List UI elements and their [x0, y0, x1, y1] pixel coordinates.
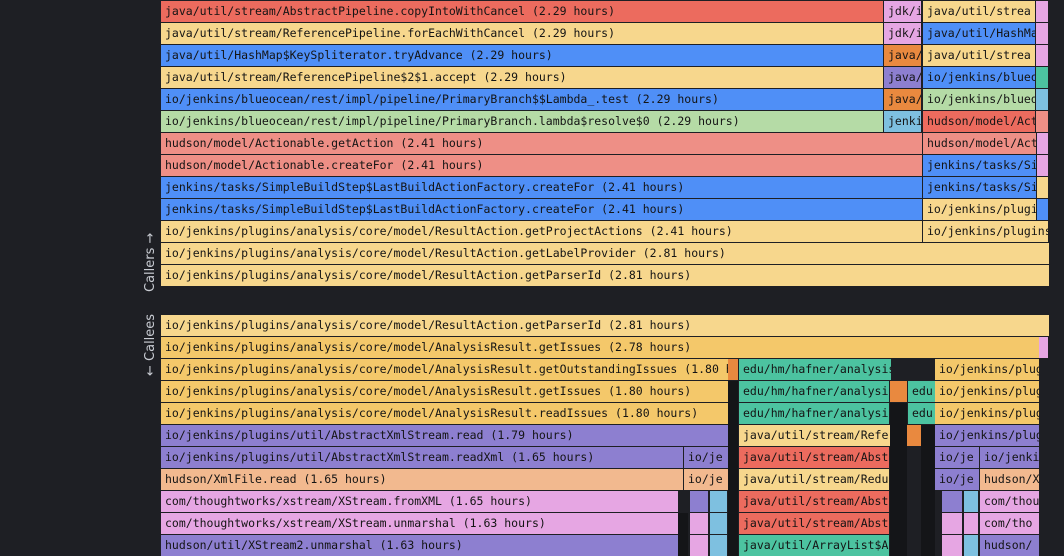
callee-frame[interactable]: com/thoughtworks/xstream/XStream.unmarsh… [161, 513, 678, 534]
callee-frame[interactable]: io/je [684, 447, 728, 468]
callee-frame[interactable]: io/jenkins/plugins/analysis/core/model/A… [161, 403, 728, 424]
callee-frame[interactable]: hudson/X [980, 469, 1039, 490]
flamegraph-gap [921, 425, 935, 556]
callee-frame-narrow[interactable] [964, 513, 978, 534]
callee-frame[interactable]: io/je [684, 469, 728, 490]
callee-frame[interactable]: edu [908, 403, 935, 424]
callee-frame[interactable]: io/jenkins/plugins/analysis/core/model/A… [161, 337, 1039, 358]
flamegraph-gap [890, 403, 907, 556]
callee-frame[interactable]: io/jenkins/plugins/analysis/core/model/A… [161, 359, 728, 380]
callee-frame[interactable]: edu/hm/hafner/analysis/Report [739, 359, 891, 380]
callee-frame-narrow[interactable] [964, 535, 978, 556]
flamegraph-gap [728, 381, 738, 556]
callee-frame-narrow[interactable] [690, 535, 708, 556]
callee-frame[interactable]: io/je [935, 447, 979, 468]
callee-frame-narrow[interactable] [890, 381, 907, 402]
callee-frame[interactable]: io/jenkins/plugins/util/AbstractXmlStrea… [161, 425, 728, 446]
callee-frame-narrow[interactable] [710, 491, 727, 512]
callee-frame[interactable]: com/tho [980, 513, 1039, 534]
callee-frame[interactable]: com/thoughtworks/xstream/XStream.fromXML… [161, 491, 678, 512]
callee-frame[interactable]: io/jenkins/plug [935, 381, 1039, 402]
callee-frame-narrow[interactable] [1039, 337, 1048, 358]
callee-frame[interactable]: io/jenkins/plug [935, 403, 1039, 424]
callee-frame-narrow[interactable] [710, 535, 727, 556]
callee-frame[interactable]: io/jenkins/plugins/analysis/core/model/A… [161, 381, 728, 402]
callee-frame[interactable]: java/util/stream/Reduc [739, 469, 889, 490]
callee-frame[interactable]: hudson/ [980, 535, 1039, 556]
callee-frame-narrow[interactable] [728, 359, 738, 380]
callees-flamegraph: io/jenkins/plugins/analysis/core/model/R… [0, 0, 1064, 556]
callee-frame-narrow[interactable] [690, 513, 708, 534]
callee-frame-narrow[interactable] [942, 491, 962, 512]
callee-frame[interactable]: io/jenkin [980, 447, 1039, 468]
callee-frame[interactable]: edu/hm/hafner/analysis [739, 403, 889, 424]
callee-frame[interactable]: io/je [935, 469, 979, 490]
callee-frame[interactable]: java/util/stream/Abstr [739, 447, 889, 468]
callee-frame[interactable]: java/util/stream/Abstr [739, 491, 889, 512]
callee-frame-narrow[interactable] [964, 491, 978, 512]
callee-frame[interactable]: com/thou [980, 491, 1039, 512]
callee-frame-narrow[interactable] [690, 491, 708, 512]
callee-frame[interactable]: java/util/stream/Abstr [739, 513, 889, 534]
callee-frame-narrow[interactable] [907, 425, 921, 446]
flamegraph-gap [678, 513, 688, 556]
callee-frame[interactable]: hudson/XmlFile.read (1.65 hours) [161, 469, 683, 490]
callee-frame[interactable]: io/jenkins/plug [935, 425, 1039, 446]
callee-frame[interactable]: hudson/util/XStream2.unmarshal (1.63 hou… [161, 535, 678, 556]
callee-frame-narrow[interactable] [942, 535, 962, 556]
callee-frame-narrow[interactable] [710, 513, 727, 534]
callee-frame[interactable]: edu [908, 381, 935, 402]
callee-frame[interactable]: io/jenkins/plugins/util/AbstractXmlStrea… [161, 447, 683, 468]
callee-frame[interactable]: edu/hm/hafner/analysis [739, 381, 889, 402]
callee-frame[interactable]: io/jenkins/plugins/analysis/core/model/R… [161, 315, 1049, 336]
callee-frame-narrow[interactable] [942, 513, 962, 534]
callee-frame[interactable]: java/util/stream/Refer [739, 425, 906, 446]
callee-frame[interactable]: io/jenkins/plug [935, 359, 1039, 380]
callee-frame[interactable]: java/util/ArrayList$Ar [739, 535, 889, 556]
